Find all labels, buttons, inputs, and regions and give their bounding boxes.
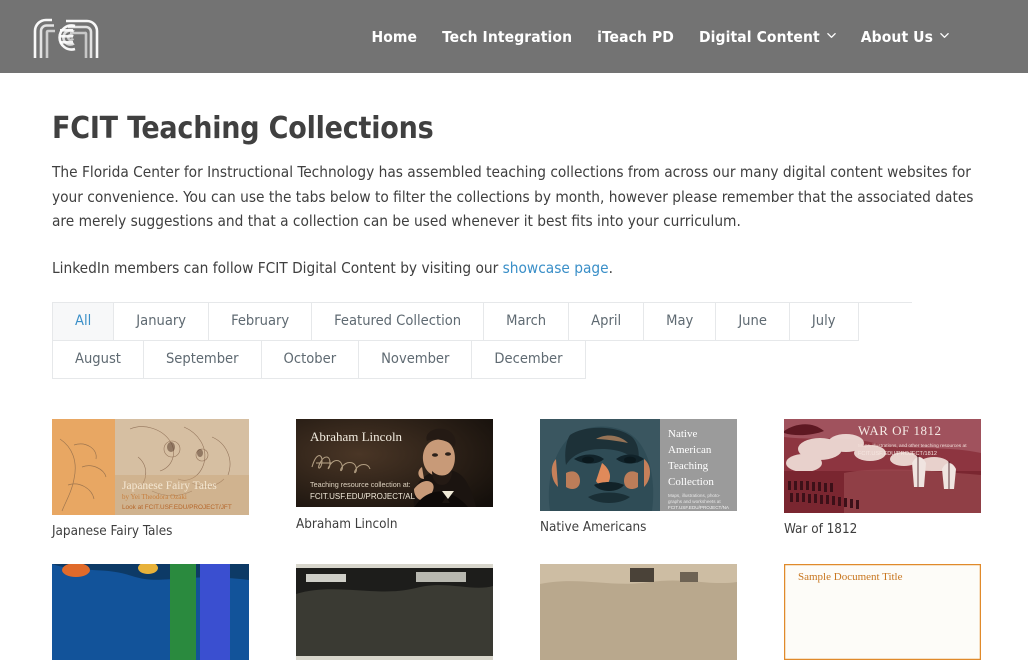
- svg-text:FCIT.USF.EDU/PROJECT/1812: FCIT.USF.EDU/PROJECT/1812: [858, 451, 937, 457]
- collection-thumbnail-japanese-fairy-tales[interactable]: Japanese Fairy Tales by Yei Theodora Oza…: [52, 419, 249, 515]
- svg-text:Sample Document Title: Sample Document Title: [798, 571, 903, 583]
- svg-text:Maps, illustrations, and other: Maps, illustrations, and other teaching …: [858, 443, 967, 449]
- nav-item-digital-content-label: Digital Content: [699, 28, 820, 46]
- collection-card[interactable]: WAR OF 1812 Maps, illustrations, and oth…: [784, 419, 981, 540]
- showcase-page-link[interactable]: showcase page: [503, 259, 609, 277]
- collection-caption: Native Americans: [540, 520, 737, 536]
- collection-card[interactable]: [540, 564, 737, 669]
- svg-text:FCIT.USF.EDU/PROJECT/NA: FCIT.USF.EDU/PROJECT/NA: [668, 505, 730, 510]
- svg-text:Maps, illustrations, photo-: Maps, illustrations, photo-: [668, 493, 721, 498]
- collection-thumbnail-native-americans[interactable]: Native American Teaching Collection Maps…: [540, 419, 737, 511]
- svg-text:Teaching: Teaching: [668, 460, 709, 472]
- filter-tab-may[interactable]: May: [644, 303, 716, 341]
- svg-text:Native: Native: [668, 428, 697, 440]
- filter-tab-october[interactable]: October: [262, 341, 360, 379]
- collection-card[interactable]: Native American Teaching Collection Maps…: [540, 419, 737, 540]
- filter-tab-february[interactable]: February: [209, 303, 312, 341]
- svg-text:Japanese Fairy Tales: Japanese Fairy Tales: [122, 480, 217, 492]
- collection-thumbnail-row2-1[interactable]: [52, 564, 249, 660]
- intro-paragraph: The Florida Center for Instructional Tec…: [52, 160, 976, 234]
- svg-text:Look at FCIT.USF.EDU/PROJECT/J: Look at FCIT.USF.EDU/PROJECT/JFT: [122, 504, 232, 511]
- collection-card[interactable]: Abraham Lincoln Teaching resource collec…: [296, 419, 493, 540]
- filter-tab-january[interactable]: January: [114, 303, 209, 341]
- chevron-down-icon: [827, 31, 836, 40]
- filter-tab-december[interactable]: December: [472, 341, 585, 379]
- filter-tab-june[interactable]: June: [716, 303, 790, 341]
- svg-text:American: American: [668, 444, 712, 456]
- svg-text:by Yei Theodora Ozaki: by Yei Theodora Ozaki: [122, 493, 187, 501]
- filter-tab-all[interactable]: All: [53, 303, 114, 341]
- nav-item-tech-integration[interactable]: Tech Integration: [442, 28, 572, 46]
- nav-item-iteach-pd-label: iTeach PD: [597, 28, 674, 46]
- filter-tab-featured-collection[interactable]: Featured Collection: [312, 303, 484, 341]
- collection-caption: War of 1812: [784, 522, 981, 538]
- collection-thumbnail-row2-3[interactable]: [540, 564, 737, 660]
- filter-tab-august[interactable]: August: [53, 341, 144, 379]
- svg-text:graphs and worksheets at: graphs and worksheets at: [668, 499, 721, 504]
- svg-text:Collection: Collection: [668, 476, 714, 488]
- nav-item-home-label: Home: [371, 28, 417, 46]
- svg-text:Abraham Lincoln: Abraham Lincoln: [310, 429, 403, 444]
- collection-card[interactable]: Japanese Fairy Tales by Yei Theodora Oza…: [52, 419, 249, 540]
- linkedin-prefix-text: LinkedIn members can follow FCIT Digital…: [52, 259, 503, 277]
- nav-item-about-us-label: About Us: [861, 28, 933, 46]
- filter-tab-september[interactable]: September: [144, 341, 262, 379]
- filter-tab-july[interactable]: July: [790, 303, 859, 341]
- page-title: FCIT Teaching Collections: [52, 111, 976, 146]
- filter-tab-march[interactable]: March: [484, 303, 569, 341]
- collection-thumbnail-war-of-1812[interactable]: WAR OF 1812 Maps, illustrations, and oth…: [784, 419, 981, 513]
- svg-text:Teaching resource collection a: Teaching resource collection at:: [310, 480, 411, 489]
- collection-caption: Abraham Lincoln: [296, 517, 493, 533]
- nav-item-about-us[interactable]: About Us: [861, 28, 949, 46]
- nav-item-digital-content[interactable]: Digital Content: [699, 28, 836, 46]
- linkedin-suffix-text: .: [609, 259, 613, 277]
- collection-thumbnail-row2-4[interactable]: Sample Document Title: [784, 564, 981, 660]
- nav-item-home[interactable]: Home: [371, 28, 417, 46]
- chevron-down-icon: [940, 31, 949, 40]
- page-content: FCIT Teaching Collections The Florida Ce…: [0, 111, 1028, 669]
- filter-tab-april[interactable]: April: [569, 303, 644, 341]
- collection-thumbnail-row2-2[interactable]: [296, 564, 493, 660]
- collection-caption: Japanese Fairy Tales: [52, 524, 249, 540]
- filter-tab-november[interactable]: November: [359, 341, 472, 379]
- main-navigation: Home Tech Integration iTeach PD Digital …: [371, 28, 1004, 46]
- collection-card[interactable]: Sample Document Title: [784, 564, 981, 669]
- collection-card[interactable]: [296, 564, 493, 669]
- collection-thumbnail-abraham-lincoln[interactable]: Abraham Lincoln Teaching resource collec…: [296, 419, 493, 507]
- collection-card[interactable]: [52, 564, 249, 669]
- filter-tabs: All January February Featured Collection…: [52, 302, 912, 379]
- fcit-logo[interactable]: [30, 15, 102, 59]
- site-header: Home Tech Integration iTeach PD Digital …: [0, 0, 1028, 73]
- collections-grid: Japanese Fairy Tales by Yei Theodora Oza…: [52, 419, 976, 669]
- svg-text:WAR OF 1812: WAR OF 1812: [858, 423, 942, 438]
- linkedin-paragraph: LinkedIn members can follow FCIT Digital…: [52, 256, 976, 281]
- svg-text:FCIT.USF.EDU/PROJECT/AL: FCIT.USF.EDU/PROJECT/AL: [310, 492, 415, 501]
- nav-item-tech-integration-label: Tech Integration: [442, 28, 572, 46]
- nav-item-iteach-pd[interactable]: iTeach PD: [597, 28, 674, 46]
